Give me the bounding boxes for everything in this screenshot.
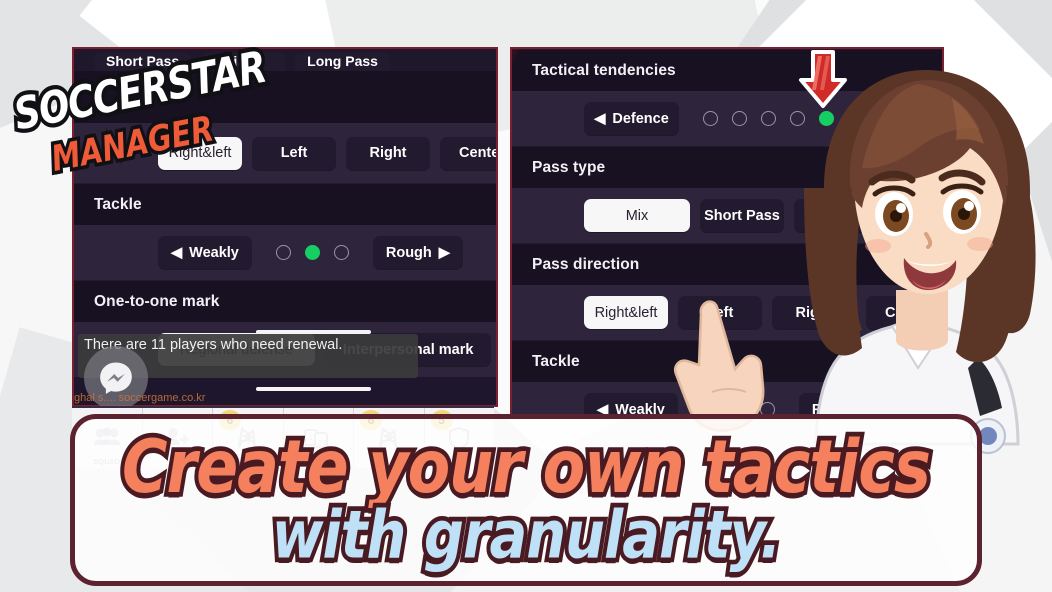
scroll-indicator-top: [256, 330, 371, 334]
clipped-chip[interactable]: Long Pass: [295, 53, 390, 71]
tackle-dot[interactable]: [333, 245, 349, 260]
tactical-dot[interactable]: [732, 111, 747, 126]
tactical-dot[interactable]: [761, 111, 776, 126]
tactical-dot[interactable]: [703, 111, 718, 126]
tackle-rough-label-left: Rough: [385, 244, 432, 261]
tackle-slider-left: ◀ Weakly Rough ▶: [74, 225, 496, 280]
url-text: ghal s.... soccergame.co.kr: [74, 392, 206, 404]
triangle-right-icon: ▶: [438, 244, 450, 261]
tackle-weakly-button-left[interactable]: ◀ Weakly: [158, 236, 252, 269]
tackle-rough-button-left[interactable]: Rough ▶: [372, 236, 463, 269]
scroll-indicator-bottom: [256, 387, 371, 391]
promo-banner-frame: [70, 414, 982, 586]
pass-type-option-short-pass[interactable]: Short Pass: [700, 199, 784, 232]
tackle-dot[interactable]: [275, 245, 291, 260]
tackle-weakly-label-left: Weakly: [189, 244, 239, 261]
tackle-heading-left: Tackle: [74, 183, 496, 225]
defence-button[interactable]: ◀ Defence: [584, 102, 679, 135]
pass-direction-option-right[interactable]: Right: [346, 136, 430, 170]
pass-direction-option-right-and-left-r[interactable]: Right&left: [584, 296, 668, 329]
one-to-one-heading-left: One-to-one mark: [74, 280, 496, 322]
tackle-dot-active[interactable]: [304, 245, 320, 260]
pass-type-option-mix[interactable]: Mix: [584, 199, 690, 232]
pass-direction-option-center[interactable]: Center: [440, 136, 496, 170]
triangle-left-icon: ◀: [594, 110, 606, 127]
defence-label: Defence: [612, 110, 669, 127]
triangle-left-icon: ◀: [171, 244, 183, 261]
tackle-dots-left: [275, 245, 349, 260]
